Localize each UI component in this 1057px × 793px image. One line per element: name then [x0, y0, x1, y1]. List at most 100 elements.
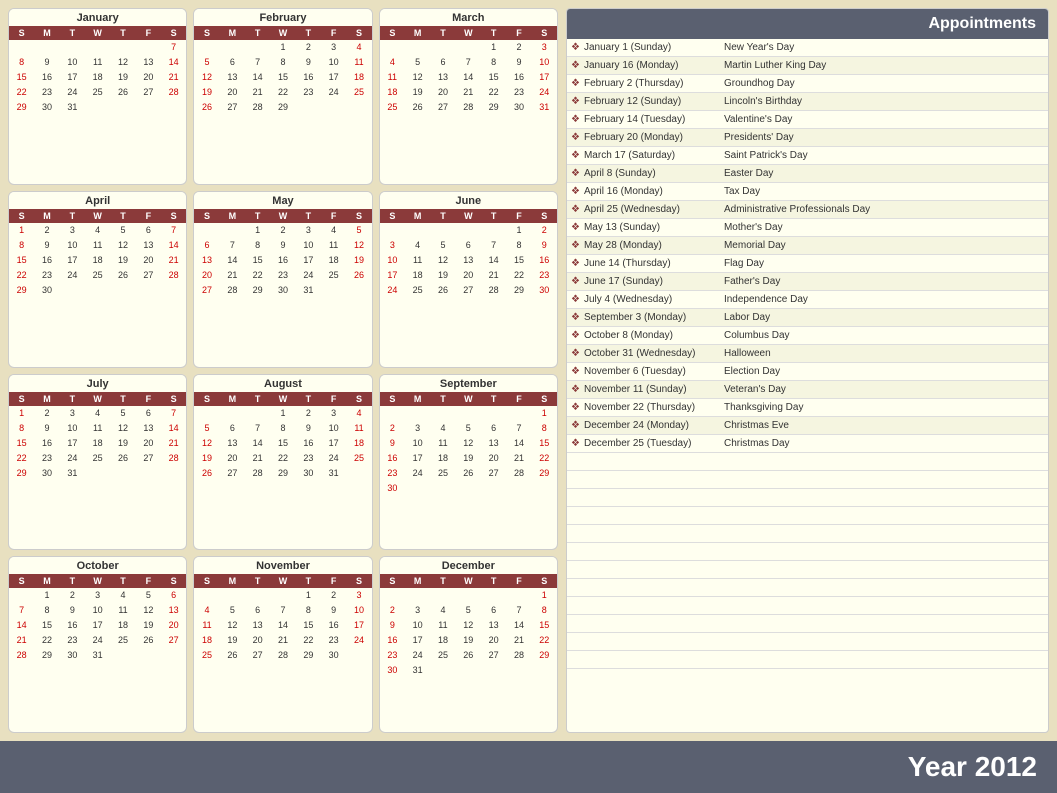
- day-header-f-5: F: [136, 26, 161, 40]
- calendar-march: MarchSMTWTFS1234567891011121314151617181…: [379, 8, 558, 185]
- appointment-date: February 12 (Sunday): [584, 96, 724, 107]
- day-cell: 29: [245, 283, 270, 298]
- day-cell: 7: [506, 603, 531, 618]
- day-cell: 11: [430, 436, 455, 451]
- day-cell: 14: [270, 618, 295, 633]
- month-title-august: August: [194, 375, 371, 392]
- day-cell: 29: [270, 466, 295, 481]
- day-cell: 1: [34, 588, 59, 603]
- day-cell: [405, 481, 430, 496]
- day-cell: 7: [456, 55, 481, 70]
- day-cell: 24: [296, 268, 321, 283]
- day-cell: 14: [245, 436, 270, 451]
- day-cell: 26: [456, 648, 481, 663]
- day-cell: 22: [532, 633, 557, 648]
- day-cell: 30: [380, 663, 405, 678]
- day-cell: [456, 406, 481, 421]
- appointment-row: ❖February 12 (Sunday)Lincoln's Birthday: [567, 93, 1048, 111]
- day-cell: [456, 40, 481, 55]
- day-cell: 21: [161, 253, 186, 268]
- day-cell: 12: [194, 70, 219, 85]
- day-cell: 13: [245, 618, 270, 633]
- month-title-march: March: [380, 9, 557, 26]
- day-header-m-1: M: [220, 392, 245, 406]
- day-cell: 29: [9, 466, 34, 481]
- day-cell: 14: [220, 253, 245, 268]
- appointment-row: ❖April 8 (Sunday)Easter Day: [567, 165, 1048, 183]
- appointment-diamond-icon: ❖: [567, 114, 584, 125]
- calendar-november: NovemberSMTWTFS1234567891011121314151617…: [193, 556, 372, 733]
- day-cell: [405, 40, 430, 55]
- month-title-april: April: [9, 192, 186, 209]
- appointment-empty-row: [567, 507, 1048, 525]
- day-cell: 13: [194, 253, 219, 268]
- appointment-diamond-icon: ❖: [567, 312, 584, 323]
- day-cell: 23: [532, 268, 557, 283]
- day-header-f-5: F: [321, 209, 346, 223]
- day-cell: [346, 283, 371, 298]
- day-cell: [245, 40, 270, 55]
- day-cell: 25: [85, 268, 110, 283]
- day-cell: 3: [60, 406, 85, 421]
- day-cell: [481, 481, 506, 496]
- day-cell: 2: [296, 406, 321, 421]
- day-cell: 10: [60, 55, 85, 70]
- day-header-s-0: S: [194, 574, 219, 588]
- appointment-name: Martin Luther King Day: [724, 60, 1048, 71]
- day-header-f-5: F: [506, 26, 531, 40]
- day-cell: 31: [321, 466, 346, 481]
- day-cell: 6: [136, 223, 161, 238]
- day-header-f-5: F: [136, 392, 161, 406]
- appointments-title: Appointments: [567, 9, 1048, 39]
- day-cell: 28: [270, 648, 295, 663]
- day-cell: [34, 40, 59, 55]
- appointment-row: ❖June 17 (Sunday)Father's Day: [567, 273, 1048, 291]
- day-cell: 23: [34, 268, 59, 283]
- day-cell: 27: [481, 466, 506, 481]
- day-cell: 24: [380, 283, 405, 298]
- day-cell: 16: [296, 436, 321, 451]
- day-cell: 15: [34, 618, 59, 633]
- day-cell: [506, 663, 531, 678]
- day-cell: 22: [9, 451, 34, 466]
- day-header-w-3: W: [270, 26, 295, 40]
- day-cell: 25: [110, 633, 135, 648]
- appointment-name: New Year's Day: [724, 42, 1048, 53]
- day-cell: 6: [136, 406, 161, 421]
- day-cell: 5: [110, 223, 135, 238]
- day-cell: 22: [296, 633, 321, 648]
- day-cell: 8: [245, 238, 270, 253]
- month-title-november: November: [194, 557, 371, 574]
- day-cell: 3: [296, 223, 321, 238]
- day-cell: 10: [405, 436, 430, 451]
- day-header-t-4: T: [296, 392, 321, 406]
- day-cell: [481, 223, 506, 238]
- appointment-date: February 20 (Monday): [584, 132, 724, 143]
- day-cell: 30: [296, 466, 321, 481]
- day-header-t-2: T: [245, 209, 270, 223]
- day-cell: 14: [481, 253, 506, 268]
- appointment-diamond-icon: ❖: [567, 348, 584, 359]
- day-cell: 24: [346, 633, 371, 648]
- day-header-t-2: T: [60, 209, 85, 223]
- day-cell: 12: [110, 421, 135, 436]
- day-cell: 27: [430, 100, 455, 115]
- day-cell: 5: [220, 603, 245, 618]
- day-header-s-0: S: [380, 392, 405, 406]
- day-cell: 9: [296, 55, 321, 70]
- day-cell: 2: [380, 421, 405, 436]
- day-cell: 20: [456, 268, 481, 283]
- day-cell: 9: [506, 55, 531, 70]
- day-cell: 13: [136, 238, 161, 253]
- day-cell: 21: [506, 633, 531, 648]
- day-cell: 3: [405, 603, 430, 618]
- day-cell: 15: [9, 253, 34, 268]
- day-cell: 31: [296, 283, 321, 298]
- appointment-name: Independence Day: [724, 294, 1048, 305]
- day-cell: 19: [405, 85, 430, 100]
- day-cell: 18: [85, 436, 110, 451]
- day-cell: 10: [321, 55, 346, 70]
- day-cell: [346, 466, 371, 481]
- day-header-w-3: W: [270, 574, 295, 588]
- day-header-t-2: T: [430, 209, 455, 223]
